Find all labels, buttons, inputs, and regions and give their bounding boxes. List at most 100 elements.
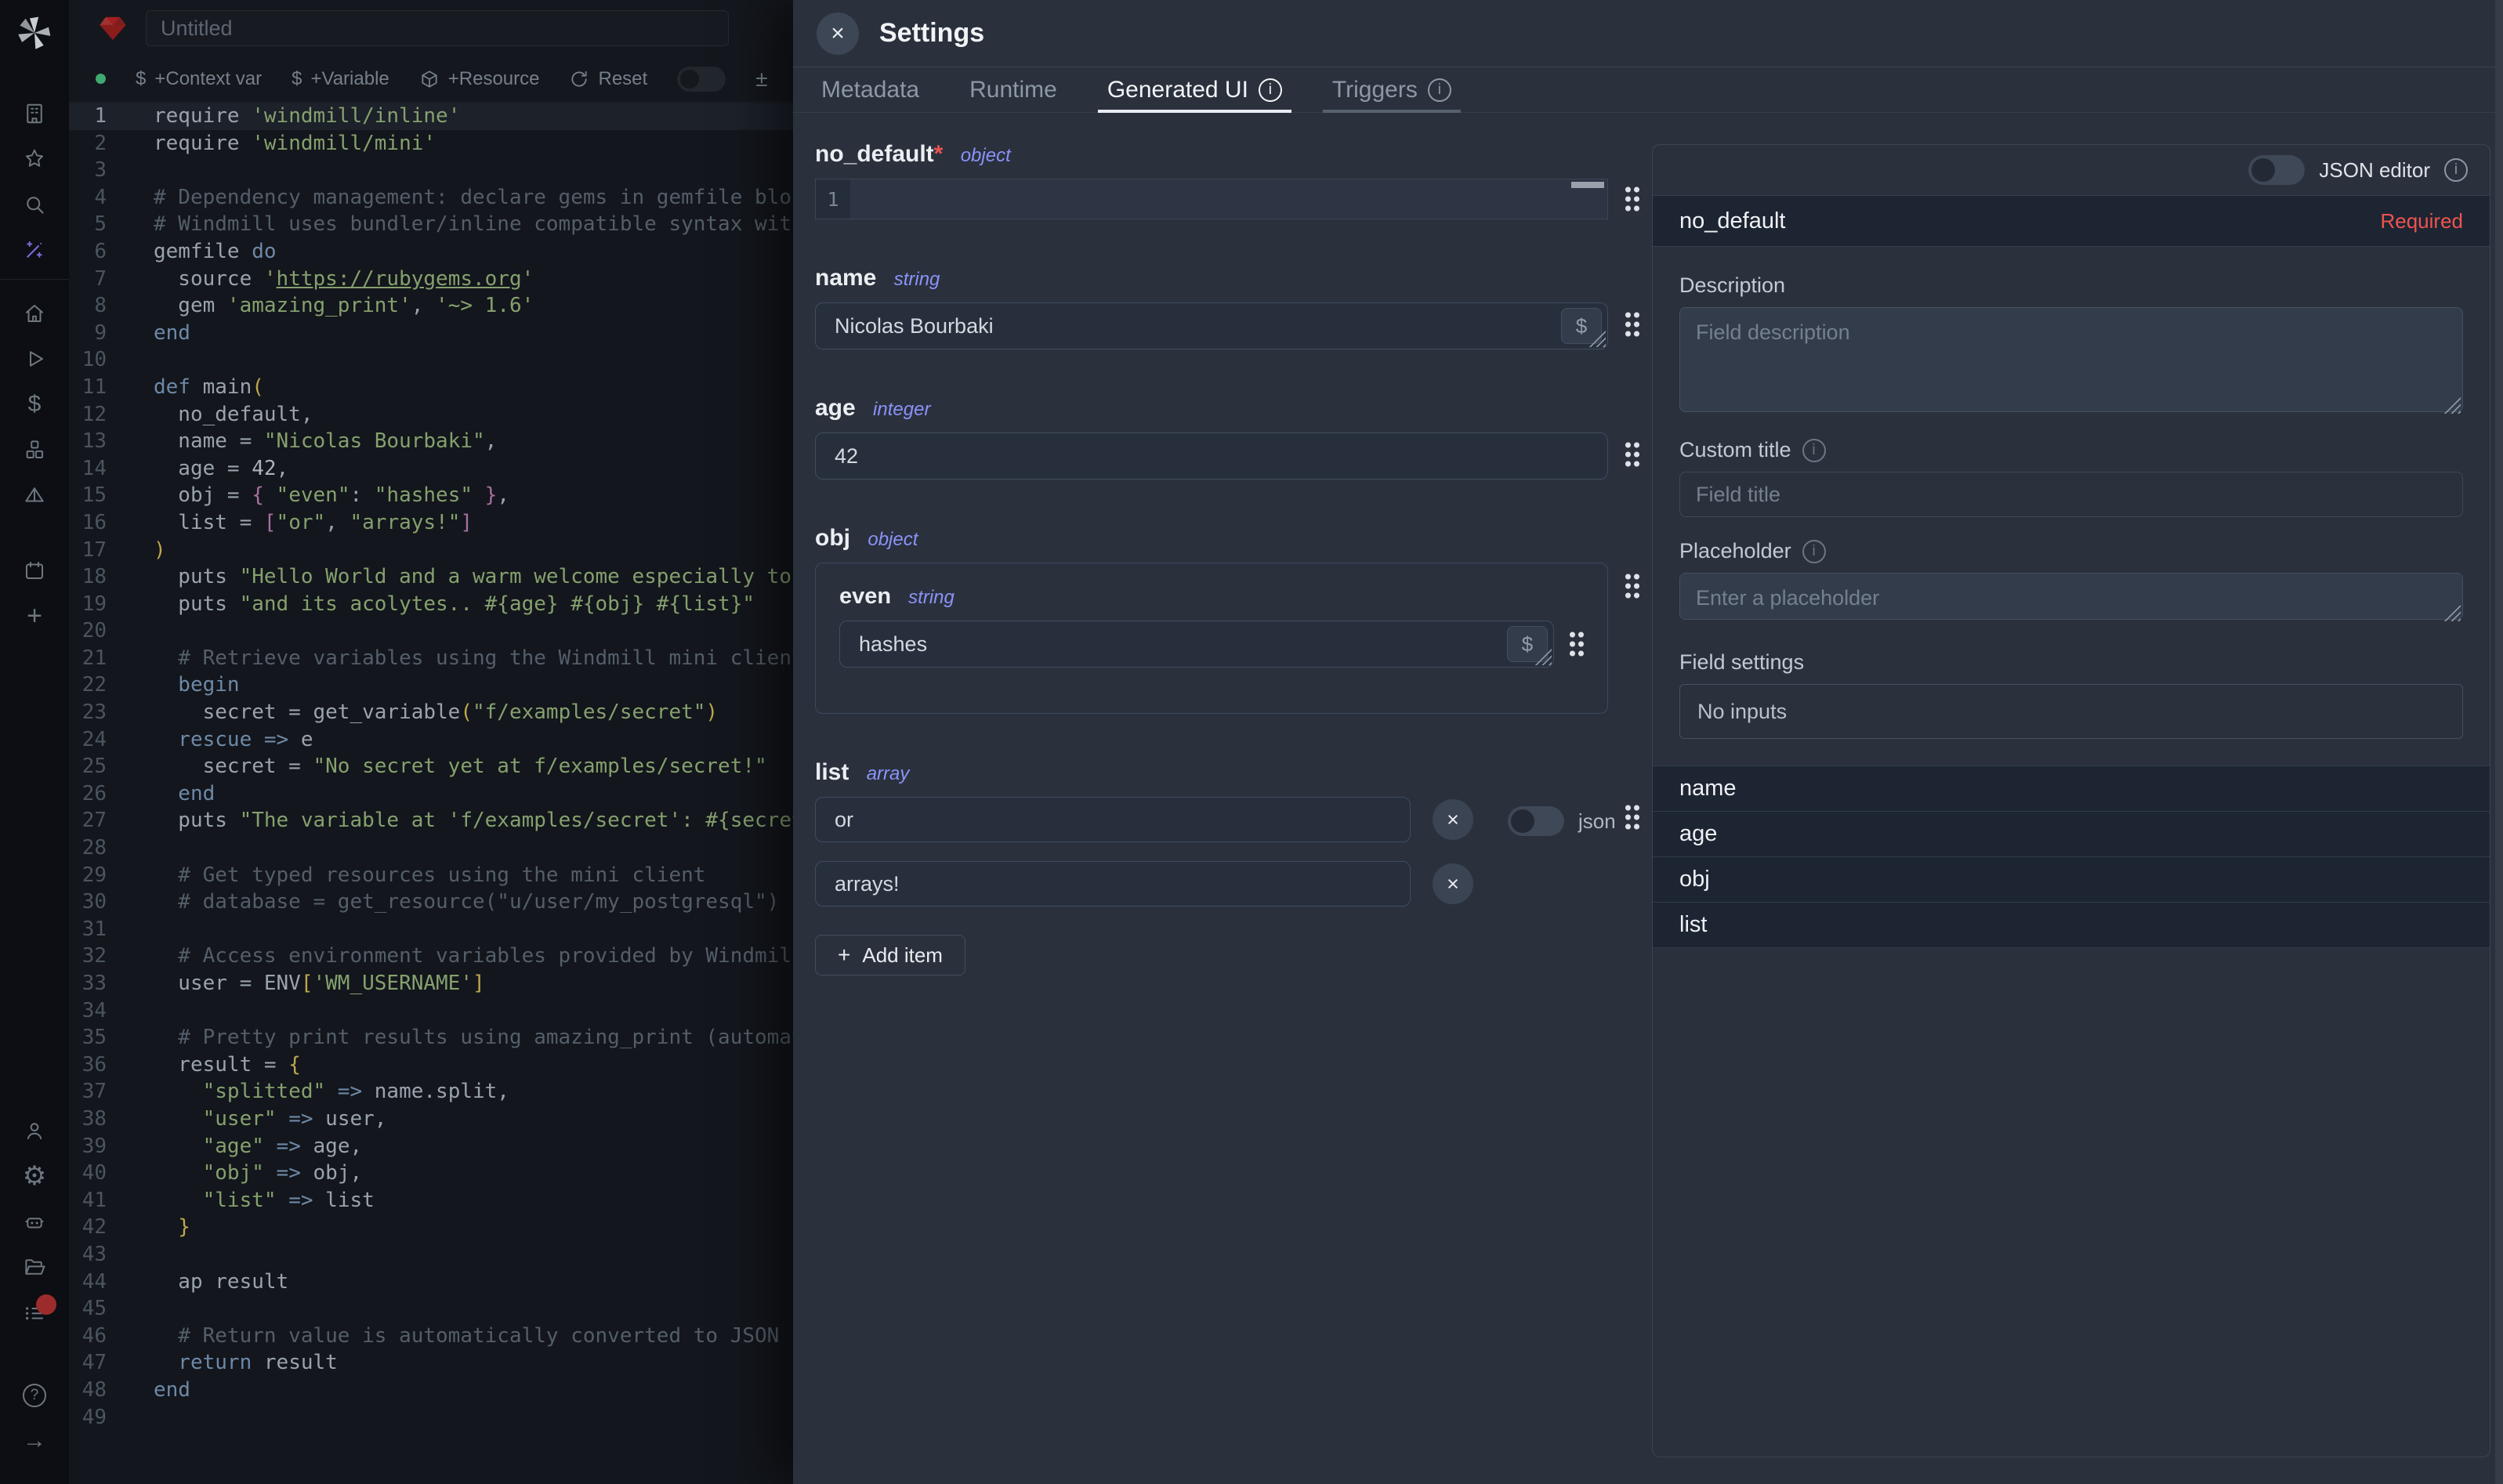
code-line[interactable]: 17) bbox=[69, 537, 793, 564]
code-line[interactable]: 20 bbox=[69, 617, 793, 645]
code-line[interactable]: 48end bbox=[69, 1377, 793, 1404]
drag-handle-icon[interactable] bbox=[1568, 630, 1585, 658]
search-icon[interactable] bbox=[0, 182, 69, 227]
settings-gear-icon[interactable]: ⚙ bbox=[0, 1153, 69, 1199]
ai-wand-icon[interactable] bbox=[0, 227, 69, 273]
code-line[interactable]: 4# Dependency management: declare gems i… bbox=[69, 184, 793, 212]
home-icon[interactable] bbox=[0, 291, 69, 336]
panel-field-row[interactable]: age bbox=[1653, 811, 2490, 856]
list-item-input[interactable] bbox=[815, 797, 1411, 842]
code-line[interactable]: 44 ap result bbox=[69, 1269, 793, 1296]
code-line[interactable]: 3 bbox=[69, 157, 793, 184]
code-line[interactable]: 45 bbox=[69, 1295, 793, 1323]
help-icon[interactable]: ? bbox=[0, 1373, 69, 1418]
age-value-input[interactable] bbox=[815, 433, 1608, 480]
code-line[interactable]: 21 # Retrieve variables using the Windmi… bbox=[69, 645, 793, 672]
mini-scrollbar[interactable] bbox=[1571, 182, 1604, 188]
add-variable-button[interactable]: $ +Variable bbox=[292, 68, 389, 90]
code-line[interactable]: 2require 'windmill/mini' bbox=[69, 130, 793, 157]
name-value-input[interactable] bbox=[815, 302, 1608, 349]
close-icon[interactable]: × bbox=[817, 13, 859, 55]
no-default-json-input[interactable]: 1 bbox=[815, 179, 1608, 219]
tab-runtime[interactable]: Runtime bbox=[969, 67, 1057, 113]
user-icon[interactable] bbox=[0, 1108, 69, 1153]
code-line[interactable]: 9end bbox=[69, 320, 793, 347]
drag-handle-icon[interactable] bbox=[1624, 803, 1641, 831]
code-line[interactable]: 15 obj = { "even": "hashes" }, bbox=[69, 482, 793, 509]
code-line[interactable]: 13 name = "Nicolas Bourbaki", bbox=[69, 428, 793, 455]
code-line[interactable]: 23 secret = get_variable("f/examples/sec… bbox=[69, 699, 793, 726]
panel-field-row[interactable]: obj bbox=[1653, 856, 2490, 902]
panel-field-row[interactable]: name bbox=[1653, 766, 2490, 811]
drag-handle-icon[interactable] bbox=[1624, 572, 1641, 600]
runs-play-icon[interactable] bbox=[0, 336, 69, 382]
code-line[interactable]: 34 bbox=[69, 997, 793, 1025]
code-line[interactable]: 22 begin bbox=[69, 671, 793, 699]
create-plus-icon[interactable]: + bbox=[0, 593, 69, 639]
code-line[interactable]: 36 result = { bbox=[69, 1051, 793, 1079]
code-line[interactable]: 5# Windmill uses bundler/inline compatib… bbox=[69, 211, 793, 238]
code-line[interactable]: 40 "obj" => obj, bbox=[69, 1160, 793, 1187]
panel-field-row[interactable]: list bbox=[1653, 902, 2490, 947]
modal-scrollbar-track[interactable] bbox=[2495, 0, 2503, 1484]
list-item-input[interactable] bbox=[815, 861, 1411, 907]
resources-cubes-icon[interactable] bbox=[0, 427, 69, 472]
windmill-logo-icon[interactable] bbox=[14, 13, 55, 53]
even-value-input[interactable] bbox=[839, 621, 1554, 668]
code-line[interactable]: 19 puts "and its acolytes.. #{age} #{obj… bbox=[69, 591, 793, 618]
panel-field-row-selected[interactable]: no_default Required bbox=[1653, 195, 2490, 247]
drag-handle-icon[interactable] bbox=[1624, 310, 1641, 338]
code-line[interactable]: 10 bbox=[69, 346, 793, 374]
folders-icon[interactable] bbox=[0, 1244, 69, 1290]
insert-variable-dollar-button[interactable]: $ bbox=[1561, 308, 1602, 344]
code-line[interactable]: 43 bbox=[69, 1241, 793, 1269]
placeholder-textarea[interactable] bbox=[1679, 573, 2463, 620]
code-line[interactable]: 47 return result bbox=[69, 1349, 793, 1377]
drag-handle-icon[interactable] bbox=[1624, 440, 1641, 469]
variables-dollar-icon[interactable]: $ bbox=[0, 382, 69, 427]
code-line[interactable]: 18 puts "Hello World and a warm welcome … bbox=[69, 563, 793, 591]
code-line[interactable]: 33 user = ENV['WM_USERNAME'] bbox=[69, 970, 793, 997]
code-line[interactable]: 11def main( bbox=[69, 374, 793, 401]
tab-metadata[interactable]: Metadata bbox=[821, 67, 919, 113]
code-line[interactable]: 46 # Return value is automatically conve… bbox=[69, 1323, 793, 1350]
code-editor[interactable]: 1require 'windmill/inline'2require 'wind… bbox=[69, 103, 793, 1484]
add-item-button[interactable]: + Add item bbox=[815, 935, 965, 975]
code-line[interactable]: 41 "list" => list bbox=[69, 1187, 793, 1214]
code-line[interactable]: 28 bbox=[69, 834, 793, 862]
add-resource-button[interactable]: +Resource bbox=[419, 68, 540, 90]
tab-triggers[interactable]: Triggers i bbox=[1332, 67, 1451, 113]
diff-mode-toggle[interactable] bbox=[677, 67, 726, 92]
workers-robot-icon[interactable] bbox=[0, 1199, 69, 1244]
collapse-arrow-icon[interactable]: → bbox=[0, 1418, 69, 1464]
insert-variable-dollar-button[interactable]: $ bbox=[1507, 626, 1548, 662]
tab-generated-ui[interactable]: Generated UI i bbox=[1107, 67, 1282, 113]
schedules-calendar-icon[interactable] bbox=[0, 548, 69, 593]
code-line[interactable]: 27 puts "The variable at 'f/examples/sec… bbox=[69, 807, 793, 834]
code-line[interactable]: 6gemfile do bbox=[69, 238, 793, 266]
code-line[interactable]: 16 list = ["or", "arrays!"] bbox=[69, 509, 793, 537]
code-line[interactable]: 14 age = 42, bbox=[69, 455, 793, 483]
triggers-prism-icon[interactable] bbox=[0, 472, 69, 518]
code-line[interactable]: 25 secret = "No secret yet at f/examples… bbox=[69, 753, 793, 780]
code-line[interactable]: 31 bbox=[69, 916, 793, 943]
code-line[interactable]: 12 no_default, bbox=[69, 401, 793, 429]
code-line[interactable]: 32 # Access environment variables provid… bbox=[69, 943, 793, 970]
custom-title-input[interactable] bbox=[1679, 472, 2463, 517]
script-title-input[interactable] bbox=[146, 10, 729, 46]
drag-handle-icon[interactable] bbox=[1624, 185, 1641, 213]
remove-item-icon[interactable]: × bbox=[1433, 799, 1473, 840]
code-line[interactable]: 7 source 'https://rubygems.org' bbox=[69, 266, 793, 293]
workspace-icon[interactable] bbox=[0, 91, 69, 136]
add-context-var-button[interactable]: $ +Context var bbox=[136, 68, 262, 90]
code-line[interactable]: 49 bbox=[69, 1404, 793, 1432]
remove-item-icon[interactable]: × bbox=[1433, 863, 1473, 904]
code-line[interactable]: 24 rescue => e bbox=[69, 726, 793, 754]
json-toggle[interactable] bbox=[1508, 806, 1564, 836]
code-line[interactable]: 35 # Pretty print results using amazing_… bbox=[69, 1024, 793, 1051]
code-line[interactable]: 42 } bbox=[69, 1214, 793, 1241]
code-line[interactable]: 38 "user" => user, bbox=[69, 1106, 793, 1133]
description-textarea[interactable] bbox=[1679, 307, 2463, 412]
audit-logs-icon[interactable] bbox=[0, 1290, 69, 1335]
code-line[interactable]: 29 # Get typed resources using the mini … bbox=[69, 862, 793, 889]
